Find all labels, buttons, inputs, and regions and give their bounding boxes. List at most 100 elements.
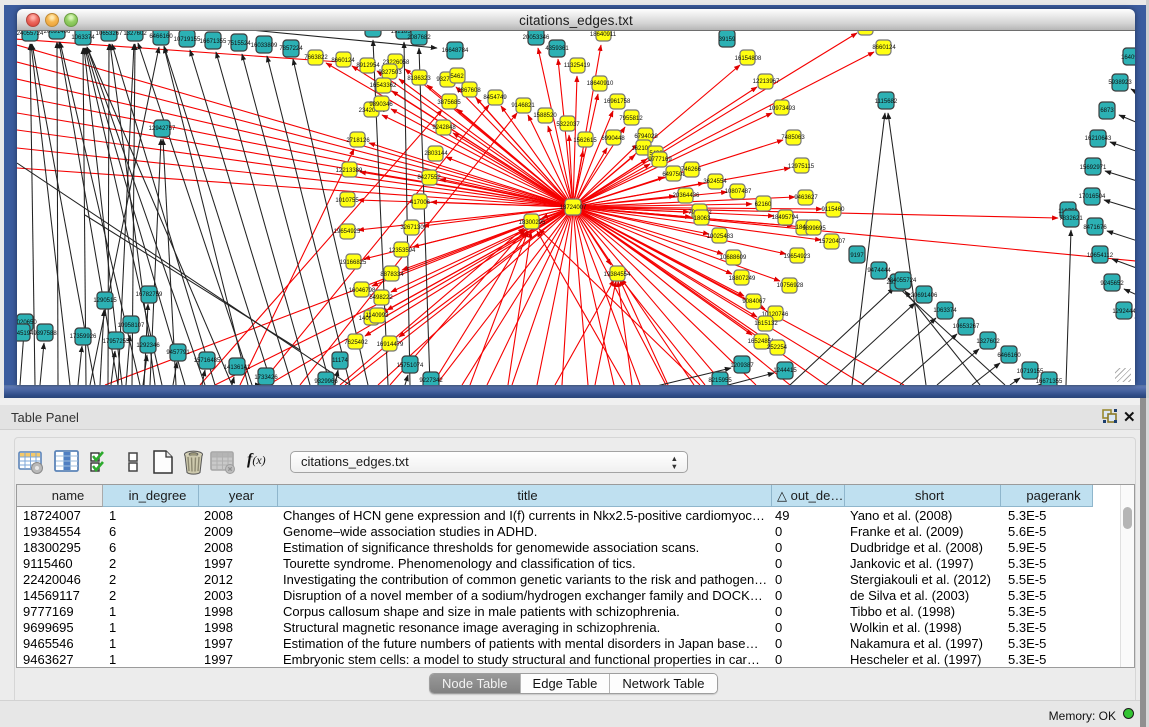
svg-text:11174: 11174 — [332, 358, 348, 364]
svg-text:18495794: 18495794 — [772, 215, 799, 221]
svg-text:5462: 5462 — [450, 74, 464, 80]
svg-text:19166825: 19166825 — [340, 260, 367, 266]
svg-text:19384554: 19384554 — [604, 272, 631, 278]
svg-text:19654923: 19654923 — [784, 254, 811, 260]
svg-text:18063: 18063 — [694, 216, 711, 222]
svg-text:39159: 39159 — [719, 37, 736, 43]
svg-text:1140993: 1140993 — [366, 313, 390, 319]
svg-text:10973493: 10973493 — [769, 106, 796, 112]
svg-text:2087682: 2087682 — [407, 35, 431, 41]
svg-text:9084067: 9084067 — [742, 299, 766, 305]
svg-text:20691406: 20691406 — [911, 293, 938, 299]
svg-text:2718126: 2718126 — [346, 138, 370, 144]
svg-text:9327503: 9327503 — [378, 70, 402, 76]
svg-text:16914479: 16914479 — [377, 342, 404, 348]
svg-text:1244415: 1244415 — [773, 368, 797, 374]
svg-text:5498222: 5498222 — [369, 295, 393, 301]
svg-text:16782759: 16782759 — [136, 292, 163, 298]
svg-text:2867608: 2867608 — [457, 88, 481, 94]
svg-text:6466160: 6466160 — [149, 34, 173, 40]
svg-text:62160: 62160 — [755, 202, 772, 208]
svg-text:16961758: 16961758 — [604, 99, 631, 105]
svg-text:252254: 252254 — [767, 345, 788, 351]
svg-text:8186323: 8186323 — [407, 76, 431, 82]
svg-text:10653267: 10653267 — [96, 31, 123, 37]
svg-text:15751074: 15751074 — [397, 363, 424, 369]
svg-text:1209387: 1209387 — [730, 363, 754, 369]
svg-text:1292346: 1292346 — [136, 343, 160, 349]
svg-text:12975115: 12975115 — [788, 164, 815, 170]
svg-text:9397588: 9397588 — [33, 331, 57, 337]
svg-text:1010755: 1010755 — [335, 198, 359, 204]
svg-text:24055724: 24055724 — [17, 31, 44, 37]
svg-text:7663822: 7663822 — [304, 55, 328, 61]
svg-text:16033809: 16033809 — [251, 43, 278, 49]
svg-text:8878334: 8878334 — [380, 272, 404, 278]
svg-text:16210643: 16210643 — [1085, 136, 1112, 142]
svg-text:5938923: 5938923 — [1108, 80, 1132, 86]
svg-text:7485063: 7485063 — [781, 135, 805, 141]
svg-text:17359926: 17359926 — [70, 334, 97, 340]
svg-text:9890346: 9890346 — [369, 102, 393, 108]
svg-text:8471676: 8471676 — [1083, 225, 1107, 231]
svg-text:8813054: 8813054 — [361, 31, 385, 33]
svg-text:15720407: 15720407 — [819, 239, 846, 245]
svg-text:1327602: 1327602 — [976, 339, 1000, 345]
svg-text:18807249: 18807249 — [729, 276, 756, 282]
svg-text:2803144: 2803144 — [424, 151, 448, 157]
svg-text:12353594: 12353594 — [389, 248, 416, 254]
svg-text:10688609: 10688609 — [720, 255, 747, 261]
svg-text:8660124: 8660124 — [331, 58, 355, 64]
svg-text:5322037: 5322037 — [556, 122, 580, 128]
svg-text:9146821: 9146821 — [511, 103, 535, 109]
svg-text:12942757: 12942757 — [149, 126, 176, 132]
svg-text:3624554: 3624554 — [703, 179, 727, 185]
svg-text:9227342: 9227342 — [419, 378, 443, 384]
svg-text:10653267: 10653267 — [953, 324, 980, 330]
svg-text:15716485: 15716485 — [194, 358, 221, 364]
svg-text:3267130: 3267130 — [400, 225, 424, 231]
svg-text:9245652: 9245652 — [1100, 281, 1124, 287]
svg-text:1292444: 1292444 — [1112, 309, 1135, 315]
svg-text:8454749: 8454749 — [483, 95, 507, 101]
svg-text:18640910: 18640910 — [587, 81, 614, 87]
svg-text:17957255: 17957255 — [103, 339, 130, 345]
svg-text:1588520: 1588520 — [533, 113, 557, 119]
svg-text:1145194: 1145194 — [17, 331, 34, 337]
svg-text:9457791: 9457791 — [166, 350, 190, 356]
svg-text:10719155: 10719155 — [1017, 369, 1044, 375]
svg-text:20364436: 20364436 — [673, 193, 700, 199]
svg-text:9474444: 9474444 — [867, 268, 891, 274]
svg-text:6794028: 6794028 — [634, 134, 658, 140]
svg-text:16671355: 16671355 — [1036, 379, 1063, 385]
svg-text:6466160: 6466160 — [997, 353, 1021, 359]
svg-text:16154808: 16154808 — [735, 56, 762, 62]
svg-text:20053346: 20053346 — [523, 35, 550, 41]
svg-text:9329966: 9329966 — [314, 379, 338, 385]
svg-text:8660124: 8660124 — [872, 45, 896, 51]
svg-text:1615132: 1615132 — [754, 321, 778, 327]
svg-text:746266: 746266 — [681, 167, 702, 173]
svg-text:14136141: 14136141 — [224, 365, 251, 371]
svg-text:9242848: 9242848 — [432, 125, 456, 131]
svg-text:16671355: 16671355 — [200, 39, 227, 45]
svg-text:1562615: 1562615 — [573, 138, 597, 144]
svg-text:9463627: 9463627 — [794, 195, 818, 201]
svg-text:16046798: 16046798 — [349, 288, 376, 294]
svg-text:7832621: 7832621 — [1059, 216, 1083, 222]
svg-text:10958107: 10958107 — [118, 323, 145, 329]
svg-text:7625402: 7625402 — [344, 340, 368, 346]
svg-text:10807487: 10807487 — [725, 189, 752, 195]
svg-text:8427552: 8427552 — [417, 175, 441, 181]
svg-text:4359361: 4359361 — [545, 46, 569, 52]
svg-text:7955812: 7955812 — [619, 116, 643, 122]
svg-text:9899695: 9899695 — [802, 226, 826, 232]
svg-text:24055724: 24055724 — [890, 278, 917, 284]
svg-text:16648784: 16648784 — [442, 48, 469, 54]
svg-text:20691406: 20691406 — [44, 31, 71, 35]
svg-text:19654925: 19654925 — [334, 229, 361, 235]
svg-text:9197: 9197 — [850, 253, 864, 259]
svg-text:1115682: 1115682 — [875, 99, 898, 105]
svg-text:417006: 417006 — [410, 200, 431, 206]
svg-text:11325419: 11325419 — [564, 63, 591, 69]
